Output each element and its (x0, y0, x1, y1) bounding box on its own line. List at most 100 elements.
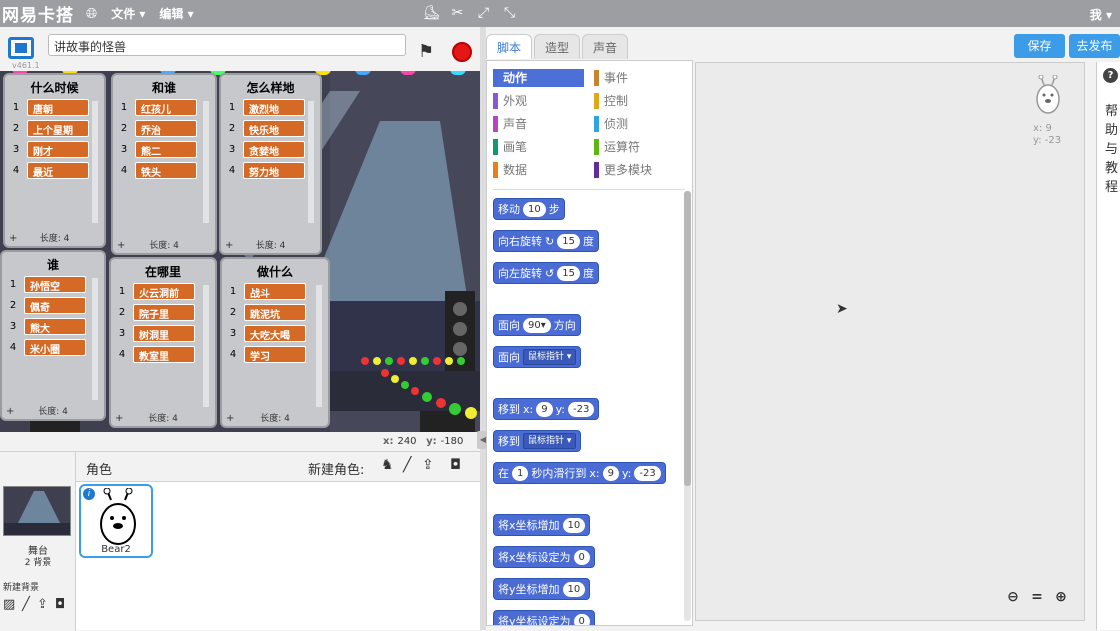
list-item[interactable]: 佩奇 (24, 297, 86, 314)
tab-costumes[interactable]: 造型 (534, 34, 581, 59)
new-sprite-label: 新建角色: (308, 463, 365, 478)
category-control[interactable]: 控制 (594, 92, 685, 110)
app-logo[interactable]: 网易卡搭 (2, 1, 74, 26)
duplicate-icon[interactable]: ⛸ (423, 4, 441, 21)
list-item[interactable]: 米小圈 (24, 339, 86, 356)
rotate-left-icon: ↺ (545, 266, 555, 280)
list-item[interactable]: 熊大 (24, 318, 86, 335)
list-item[interactable]: 铁头 (135, 162, 197, 179)
list-item[interactable]: 院子里 (133, 304, 195, 321)
category-looks[interactable]: 外观 (493, 92, 584, 110)
block-turn-right[interactable]: 向右旋转 ↻ 15 度 (493, 230, 599, 252)
block-set-x[interactable]: 将x坐标设定为 0 (493, 546, 595, 568)
stage[interactable]: 什么时候 1 唐朝 2 上个星期 3 刚才 4 最近 + 长度: 4 和谁 1 红孩儿 2… (0, 71, 480, 432)
list-monitor[interactable]: 谁 1 孙悟空 2 佩奇 3 熊大 4 米小圈 + 长度: 4 (0, 250, 106, 421)
category-swatch (594, 116, 599, 132)
block-change-x[interactable]: 将x坐标增加 10 (493, 514, 591, 536)
list-item[interactable]: 教室里 (133, 346, 195, 363)
save-button[interactable]: 保存 (1014, 34, 1065, 58)
list-item[interactable]: 大吃大喝 (244, 325, 306, 342)
camera-icon[interactable]: ◘ (450, 457, 461, 473)
category-sensing[interactable]: 侦测 (594, 115, 685, 133)
tab-scripts[interactable]: 脚本 (486, 34, 533, 59)
list-item[interactable]: 上个星期 (27, 120, 89, 137)
cut-icon[interactable]: ✂ (449, 4, 466, 21)
list-item[interactable]: 贪婪地 (243, 141, 305, 158)
shrink-icon[interactable]: ⤡ (501, 4, 518, 21)
list-item[interactable]: 最近 (27, 162, 89, 179)
list-monitor[interactable]: 在哪里 1 火云洞前 2 院子里 3 树洞里 4 教室里 + 长度: 4 (109, 257, 217, 428)
globe-icon[interactable]: 🌐︎ (86, 6, 97, 22)
list-item[interactable]: 努力地 (243, 162, 305, 179)
stage-selector[interactable]: 舞台 2 背景 新建背景 ▨ ╱ ⇪ ◘ (0, 452, 76, 631)
paint-backdrop-icon[interactable]: ▨ (3, 597, 15, 612)
list-scrollbar[interactable] (92, 278, 98, 400)
block-turn-left[interactable]: 向左旋转 ↺ 15 度 (493, 262, 599, 284)
category-swatch (594, 93, 599, 109)
stop-icon[interactable] (452, 42, 472, 62)
list-item[interactable]: 火云洞前 (133, 283, 195, 300)
stage-thumbnail[interactable] (3, 486, 71, 536)
list-item[interactable]: 学习 (244, 346, 306, 363)
zoom-reset-icon[interactable]: = (1027, 588, 1047, 606)
list-item[interactable]: 熊二 (135, 141, 197, 158)
list-monitor[interactable]: 怎么样地 1 激烈地 2 快乐地 3 贪婪地 4 努力地 + 长度: 4 (219, 73, 322, 255)
list-item[interactable]: 战斗 (244, 283, 306, 300)
category-pen[interactable]: 画笔 (493, 138, 584, 156)
block-point-towards[interactable]: 面向 鼠标指针 ▾ (493, 346, 582, 368)
zoom-out-icon[interactable]: ⊖ (1003, 588, 1023, 606)
zoom-in-icon[interactable]: ⊕ (1051, 588, 1071, 606)
list-item[interactable]: 孙悟空 (24, 276, 86, 293)
list-item[interactable]: 红孩儿 (135, 99, 197, 116)
category-more-blocks[interactable]: 更多模块 (594, 161, 685, 179)
upload-icon[interactable]: ⇪ (422, 457, 434, 473)
block-change-y[interactable]: 将y坐标增加 10 (493, 578, 591, 600)
list-item[interactable]: 跳泥坑 (244, 304, 306, 321)
fullscreen-icon[interactable] (8, 37, 34, 59)
category-motion[interactable]: 动作 (493, 69, 584, 87)
category-operators[interactable]: 运算符 (594, 138, 685, 156)
category-events[interactable]: 事件 (594, 69, 685, 87)
grow-icon[interactable]: ⤢ (475, 4, 492, 21)
list-item[interactable]: 树洞里 (133, 325, 195, 342)
block-go-to[interactable]: 移到 鼠标指针 ▾ (493, 430, 582, 452)
upload-icon[interactable]: ⇪ (37, 597, 48, 612)
tab-sounds[interactable]: 声音 (582, 34, 629, 59)
block-move-steps[interactable]: 移动 10 步 (493, 198, 565, 220)
project-title-input[interactable]: 讲故事的怪兽 (48, 34, 406, 56)
list-monitor[interactable]: 做什么 1 战斗 2 跳泥坑 3 大吃大喝 4 学习 + 长度: 4 (220, 257, 330, 428)
menu-file[interactable]: 文件 ▾ (111, 5, 145, 22)
list-monitor[interactable]: 什么时候 1 唐朝 2 上个星期 3 刚才 4 最近 + 长度: 4 (3, 73, 106, 248)
block-go-to-xy[interactable]: 移到 x: 9 y: -23 (493, 398, 600, 420)
camera-icon[interactable]: ◘ (55, 597, 65, 612)
help-pane[interactable]: ? 帮助与教程 (1096, 62, 1120, 630)
menu-edit[interactable]: 编辑 ▾ (159, 5, 193, 22)
list-scrollbar[interactable] (203, 285, 209, 407)
list-item[interactable]: 刚才 (27, 141, 89, 158)
sprite-library-icon[interactable]: ♞ (381, 457, 394, 473)
list-monitor[interactable]: 和谁 1 红孩儿 2 乔治 3 熊二 4 铁头 + 长度: 4 (111, 73, 217, 255)
category-data[interactable]: 数据 (493, 161, 584, 179)
green-flag-icon[interactable]: ⚑ (418, 41, 434, 62)
block-glide[interactable]: 在 1 秒内滑行到 x: 9 y: -23 (493, 462, 666, 484)
palette-scrollbar-thumb[interactable] (684, 191, 691, 486)
list-scrollbar[interactable] (92, 101, 98, 223)
script-area[interactable]: x: 9 y: -23 ➤ ⊖ = ⊕ (695, 62, 1085, 621)
block-set-y[interactable]: 将y坐标设定为 0 (493, 610, 595, 625)
share-button[interactable]: 去发布 (1069, 34, 1120, 58)
list-item[interactable]: 快乐地 (243, 120, 305, 137)
help-icon[interactable]: ? (1103, 68, 1118, 83)
help-label[interactable]: 帮助与教程 (1105, 102, 1119, 197)
category-sound[interactable]: 声音 (493, 115, 584, 133)
sprite-tile[interactable]: i Bear2 (79, 484, 153, 558)
block-point-in-direction[interactable]: 面向 90▾ 方向 (493, 314, 581, 336)
list-scrollbar[interactable] (316, 285, 322, 407)
list-item[interactable]: 乔治 (135, 120, 197, 137)
list-scrollbar[interactable] (203, 101, 209, 223)
brush-icon[interactable]: ╱ (22, 597, 30, 612)
brush-icon[interactable]: ╱ (403, 457, 411, 473)
list-scrollbar[interactable] (308, 101, 314, 223)
user-menu[interactable]: 我 ▾ (1090, 6, 1112, 23)
list-item[interactable]: 唐朝 (27, 99, 89, 116)
list-item[interactable]: 激烈地 (243, 99, 305, 116)
